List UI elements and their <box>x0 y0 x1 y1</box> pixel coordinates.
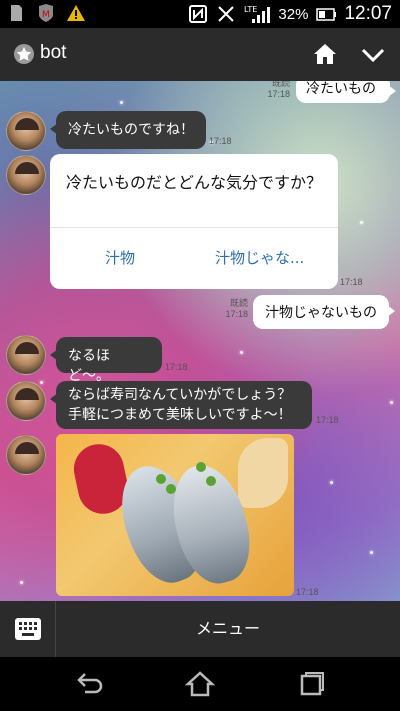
status-bar: M LTE 32% 12:07 <box>0 0 400 28</box>
card-divider <box>50 227 338 228</box>
message-meta: 既読 17:18 <box>214 298 248 320</box>
bot-avatar[interactable] <box>6 111 46 151</box>
bot-avatar[interactable] <box>6 381 46 421</box>
timestamp: 17:18 <box>340 277 363 287</box>
bot-message-bubble: なるほど〜。 <box>50 337 162 384</box>
warning-icon <box>66 3 86 23</box>
bot-avatar[interactable] <box>6 435 46 475</box>
timestamp: 17:18 <box>267 89 290 99</box>
system-nav-bar <box>0 657 400 711</box>
timestamp: 17:18 <box>296 587 319 597</box>
recent-apps-icon[interactable] <box>296 670 326 698</box>
svg-text:M: M <box>42 10 50 20</box>
chevron-down-icon[interactable] <box>360 42 386 68</box>
timestamp: 17:18 <box>316 415 339 425</box>
keyboard-icon <box>15 618 41 640</box>
home-icon[interactable] <box>311 40 339 68</box>
timestamp: 17:18 <box>165 362 188 372</box>
back-icon[interactable] <box>75 670 105 698</box>
signal-icon: LTE <box>244 4 271 24</box>
chat-title: bot <box>40 42 67 63</box>
nfc-icon <box>188 4 208 24</box>
bottom-menu-bar: メニュー <box>0 601 400 657</box>
option-button-not-soup[interactable]: 汁物じゃな... <box>215 247 304 268</box>
chat-area[interactable]: 既読 17:18 冷たいもの 冷たいものですね！ 17:18 冷たいものだとどん… <box>0 81 400 601</box>
bot-message-bubble: ならば寿司なんていかがでしょう？ 手軽につまめて美味しいですよ〜！ <box>50 381 312 429</box>
battery-icon <box>316 4 337 24</box>
sushi-photo[interactable] <box>56 434 294 596</box>
read-receipt: 既読 <box>271 81 290 88</box>
bot-badge-icon <box>14 44 34 64</box>
vibrate-off-icon <box>216 4 236 24</box>
home-nav-icon[interactable] <box>184 670 216 698</box>
message-meta: 既読 17:18 <box>256 81 290 100</box>
bot-avatar[interactable] <box>6 335 46 375</box>
keyboard-toggle-button[interactable] <box>0 601 56 657</box>
user-message-bubble: 冷たいもの <box>296 81 396 103</box>
mcafee-icon: M <box>36 3 56 23</box>
sd-card-icon <box>6 3 26 23</box>
app-header: bot <box>0 28 400 81</box>
timestamp: 17:18 <box>225 309 248 319</box>
svg-text:LTE: LTE <box>244 5 257 14</box>
timestamp: 17:18 <box>209 136 232 146</box>
option-button-soup[interactable]: 汁物 <box>105 247 135 268</box>
bot-avatar[interactable] <box>6 155 46 195</box>
battery-percent: 32% <box>278 5 309 23</box>
bot-message-bubble: 冷たいものですね！ <box>50 111 206 149</box>
menu-button[interactable]: メニュー <box>56 601 400 657</box>
read-receipt: 既読 <box>229 298 248 308</box>
question-card: 冷たいものだとどんな気分ですか？ 汁物 汁物じゃな... <box>50 154 338 289</box>
ginger-garnish <box>238 438 288 508</box>
user-message-bubble: 汁物じゃないもの <box>253 295 395 329</box>
clock: 12:07 <box>344 3 392 24</box>
card-question: 冷たいものだとどんな気分ですか？ <box>66 173 323 192</box>
